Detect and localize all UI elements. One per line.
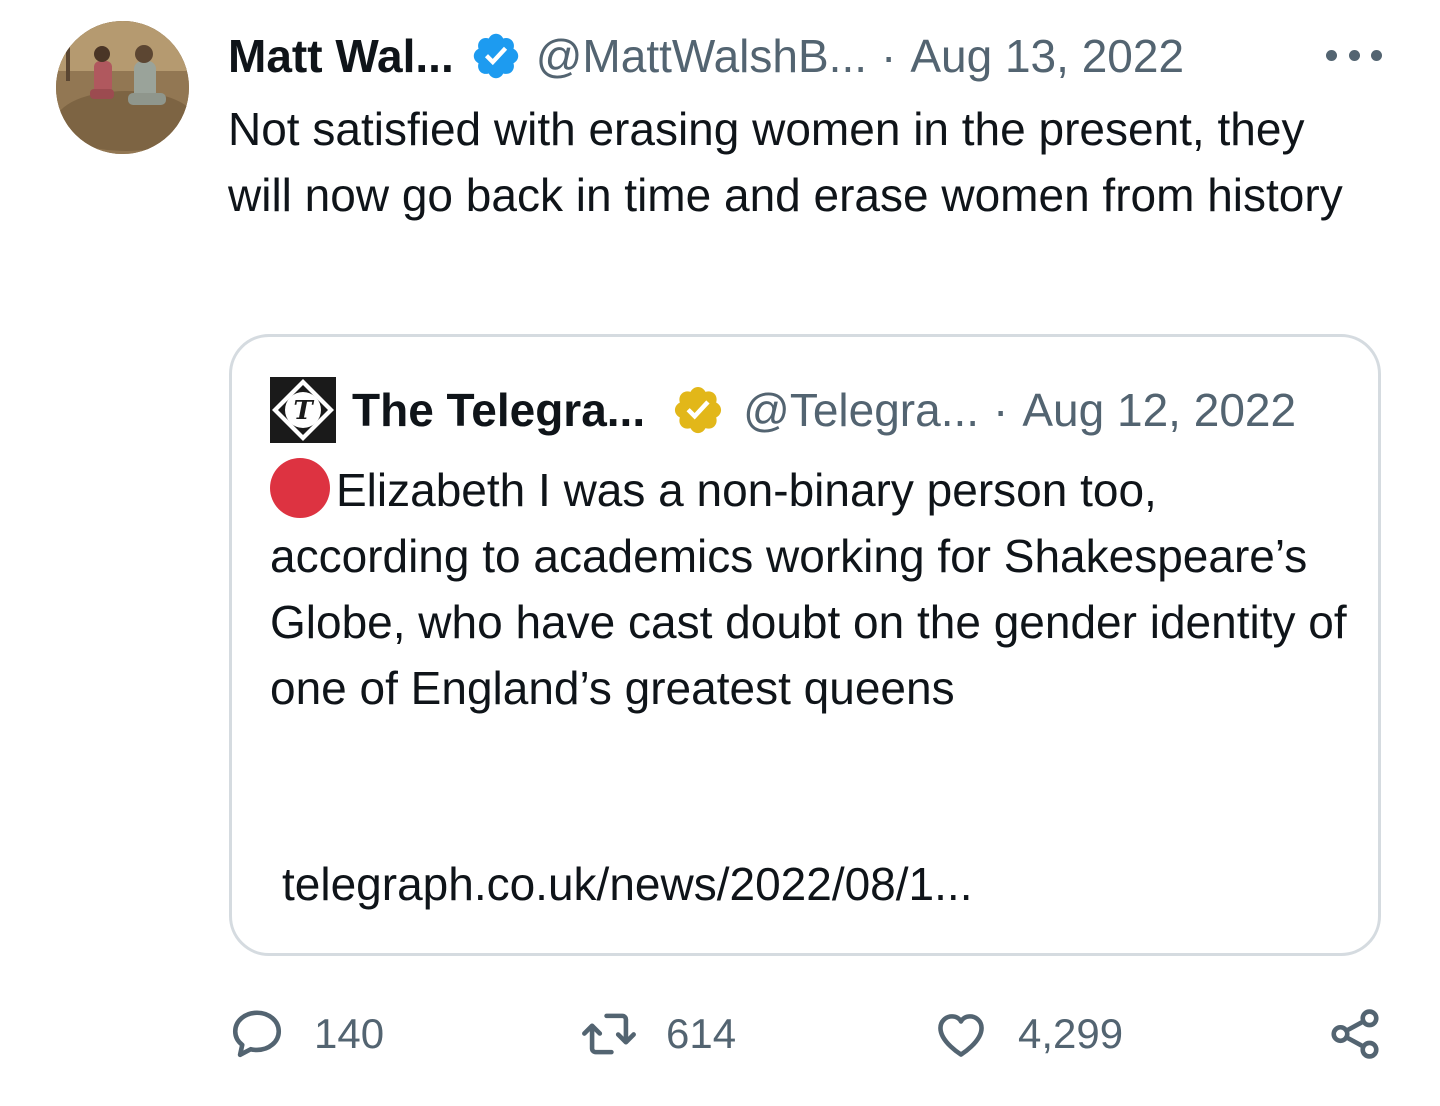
avatar[interactable]	[56, 21, 189, 154]
like-button[interactable]: 4,299	[932, 1004, 1123, 1064]
header-separator: ·	[881, 30, 897, 82]
tweet-date[interactable]: Aug 13, 2022	[910, 29, 1184, 83]
more-dot-icon	[1371, 49, 1382, 61]
quoted-author-name[interactable]: The Telegra...	[352, 383, 645, 437]
quoted-tweet-header: T The Telegra... @Telegra... · Aug 12, 2…	[270, 375, 1342, 445]
profile-photo-icon	[56, 21, 189, 154]
more-dot-icon	[1326, 49, 1337, 61]
share-icon	[1331, 1009, 1379, 1059]
reply-button[interactable]: 140	[228, 1004, 384, 1064]
verified-badge-icon[interactable]	[470, 30, 522, 82]
more-dot-icon	[1348, 49, 1360, 61]
author-name[interactable]: Matt Wal...	[228, 29, 454, 83]
comment-icon	[232, 1010, 282, 1058]
quoted-tweet-text: Elizabeth I was a non-binary person too,…	[270, 464, 1347, 714]
more-options-button[interactable]	[1326, 40, 1382, 70]
share-button[interactable]	[1326, 1004, 1384, 1064]
quoted-author-handle[interactable]: @Telegra...	[743, 383, 979, 437]
reply-count: 140	[314, 1010, 385, 1057]
tweet-header: Matt Wal... @MattWalshB... · Aug 13, 202…	[228, 26, 1384, 86]
like-count: 4,299	[1018, 1010, 1124, 1057]
retweet-button[interactable]: 614	[580, 1004, 736, 1064]
gold-verified-badge-icon[interactable]	[671, 383, 725, 437]
retweet-count: 614	[666, 1010, 737, 1057]
quoted-tweet-link[interactable]: telegraph.co.uk/news/2022/08/1...	[282, 857, 972, 911]
quoted-tweet[interactable]: T The Telegra... @Telegra... · Aug 12, 2…	[229, 334, 1381, 956]
tweet-text: Not satisfied with erasing women in the …	[228, 103, 1343, 221]
retweet-icon	[582, 1013, 636, 1055]
author-handle[interactable]: @MattWalshB...	[536, 29, 867, 83]
quoted-tweet-text-container: Elizabeth I was a non-binary person too,…	[270, 457, 1360, 721]
quoted-tweet-date[interactable]: Aug 12, 2022	[1022, 383, 1296, 437]
quoted-header-separator: ·	[993, 384, 1009, 436]
svg-text:T: T	[293, 396, 314, 426]
telegraph-logo-icon[interactable]: T	[270, 377, 336, 443]
red-circle-icon	[270, 458, 330, 518]
heart-icon	[938, 1014, 984, 1057]
action-bar: 140 614 4,299	[228, 1004, 1384, 1064]
